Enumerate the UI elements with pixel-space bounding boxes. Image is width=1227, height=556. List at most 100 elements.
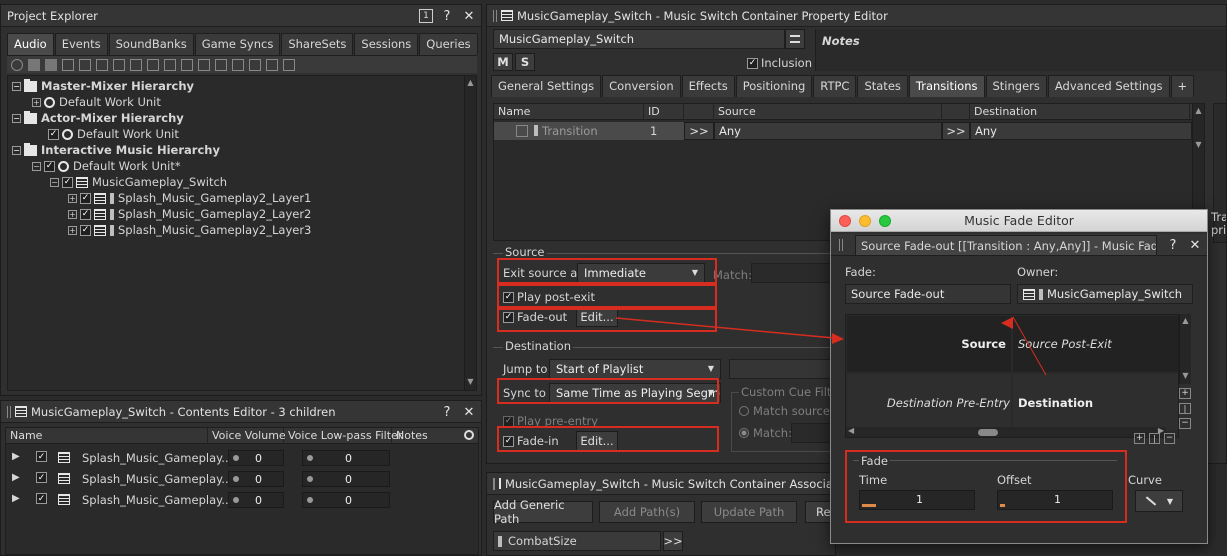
update-path-button[interactable]: Update Path <box>701 501 797 523</box>
tab-conversion[interactable]: Conversion <box>602 75 681 97</box>
destination-field[interactable]: Any <box>970 122 1192 140</box>
collapse-icon[interactable]: − <box>50 177 59 187</box>
browse-button[interactable] <box>785 29 805 49</box>
toolbar-tool-icon[interactable] <box>198 59 210 71</box>
expand-arrow-icon[interactable]: ▶ <box>12 451 20 462</box>
exit-source-dropdown[interactable]: Immediate <box>577 263 705 283</box>
source-field[interactable]: Any <box>714 122 942 140</box>
tab-advanced-settings[interactable]: Advanced Settings <box>1047 75 1170 97</box>
col-destination-arrow[interactable] <box>942 104 970 120</box>
col-voice-volume[interactable]: Voice Volume <box>208 428 286 444</box>
voice-volume-slider[interactable]: 0 <box>228 471 284 487</box>
expand-arrow-icon[interactable]: ▶ <box>12 493 20 504</box>
fade-editor-tab[interactable]: Source Fade-out [[Transition : Any,Any]]… <box>855 235 1157 256</box>
sync-to-dropdown[interactable]: Same Time as Playing Segment <box>549 383 721 403</box>
col-destination[interactable]: Destination <box>970 104 1190 120</box>
search-icon[interactable] <box>464 430 474 440</box>
toolbar-tool-icon[interactable] <box>79 59 91 71</box>
voice-volume-slider[interactable]: 0 <box>228 492 284 508</box>
close-icon[interactable]: ✕ <box>1187 237 1203 253</box>
expand-icon[interactable]: + <box>68 209 77 219</box>
inclusion-toggle[interactable]: ✓ Inclusion <box>747 56 812 70</box>
fade-out-edit-button[interactable]: Edit... <box>576 307 618 327</box>
fade-in-edit-button[interactable]: Edit... <box>576 431 618 451</box>
checkbox[interactable]: ✓ <box>80 208 91 220</box>
zoom-in-vertical-icon[interactable]: + <box>1179 388 1191 399</box>
curve-dropdown[interactable]: ▼ <box>1135 490 1183 512</box>
owner-field[interactable]: MusicGameplay_Switch <box>1017 284 1193 304</box>
scroll-up-icon[interactable]: ▲ <box>465 78 476 89</box>
col-source-arrow[interactable] <box>684 104 714 120</box>
tab-audio[interactable]: Audio <box>7 33 54 55</box>
checkbox[interactable]: ✓ <box>36 493 47 504</box>
graph-vscrollbar[interactable]: ▲ ▼ <box>1179 314 1191 384</box>
toolbar-tool-icon[interactable] <box>147 59 159 71</box>
close-icon[interactable]: ✕ <box>461 8 477 24</box>
collapse-icon[interactable]: − <box>12 145 21 155</box>
tab-positioning[interactable]: Positioning <box>735 75 813 97</box>
close-window-icon[interactable] <box>839 215 851 227</box>
tree-item[interactable]: ✓ Default Work Unit <box>48 126 179 142</box>
offset-slider[interactable]: 1 <box>997 490 1113 510</box>
add-generic-path-button[interactable]: Add Generic Path <box>493 498 593 526</box>
tab-general-settings[interactable]: General Settings <box>491 75 602 97</box>
scroll-left-icon[interactable]: ◀ <box>848 426 854 435</box>
tab-add[interactable]: + <box>1170 75 1195 97</box>
tree-item[interactable]: + ✓ Splash_Music_Gameplay2_Layer3 <box>68 222 311 238</box>
tab-sharesets[interactable]: ShareSets <box>281 33 354 55</box>
checkbox[interactable]: ✓ <box>36 451 47 462</box>
tree-item[interactable]: − ✓ MusicGameplay_Switch <box>50 174 227 190</box>
help-icon[interactable]: ? <box>439 404 455 420</box>
zoom-out-vertical-icon[interactable]: − <box>1179 418 1191 429</box>
toolbar-tool-icon[interactable] <box>249 59 261 71</box>
toolbar-tool-icon[interactable] <box>215 59 227 71</box>
col-name[interactable]: Name <box>6 428 208 444</box>
fade-out-checkbox[interactable]: ✓ <box>503 311 514 323</box>
fit-vertical-icon[interactable]: | <box>1179 403 1191 414</box>
tree-item[interactable]: + ✓ Splash_Music_Gameplay2_Layer2 <box>68 206 311 222</box>
voice-lpf-slider[interactable]: 0 <box>302 492 390 508</box>
mute-button[interactable]: M <box>493 53 513 71</box>
col-id[interactable]: ID <box>644 104 684 120</box>
tab-transitions[interactable]: Transitions <box>908 75 985 97</box>
expand-icon[interactable]: + <box>32 97 41 107</box>
collapse-icon[interactable]: − <box>32 161 41 171</box>
destination-browse-button[interactable]: >> <box>942 122 970 140</box>
jump-to-dropdown[interactable]: Start of Playlist <box>549 359 721 379</box>
combat-size-header[interactable]: CombatSize <box>493 531 661 551</box>
close-icon[interactable]: ✕ <box>461 404 477 420</box>
inclusion-checkbox[interactable]: ✓ <box>747 57 758 69</box>
play-pre-entry-checkbox[interactable]: ✓ <box>503 415 514 427</box>
toolbar-tool-icon[interactable] <box>232 59 244 71</box>
toolbar-tool-icon[interactable] <box>113 59 125 71</box>
tree-item[interactable]: − ✓ Default Work Unit* <box>32 158 181 174</box>
notes-area[interactable]: Notes <box>815 29 1226 71</box>
toolbar-tool-icon[interactable] <box>181 59 193 71</box>
add-paths-button[interactable]: Add Path(s) <box>599 501 695 523</box>
toolbar-tool-icon[interactable] <box>266 59 278 71</box>
scroll-up-icon[interactable]: ▲ <box>1180 316 1191 327</box>
object-name-field[interactable]: MusicGameplay_Switch <box>493 29 785 49</box>
tab-sessions[interactable]: Sessions <box>354 33 419 55</box>
minimize-window-icon[interactable] <box>859 215 871 227</box>
checkbox[interactable]: ✓ <box>44 160 55 172</box>
fade-out-toggle[interactable]: ✓ Fade-out <box>503 310 567 324</box>
expand-arrow-icon[interactable]: ▶ <box>12 472 20 483</box>
time-slider[interactable]: 1 <box>859 490 975 510</box>
zoom-in-horizontal-icon[interactable]: + <box>1134 433 1145 444</box>
voice-volume-slider[interactable]: 0 <box>228 450 284 466</box>
solo-button[interactable]: S <box>515 53 535 71</box>
play-post-exit-toggle[interactable]: ✓ Play post-exit <box>503 290 595 304</box>
checkbox[interactable]: ✓ <box>80 224 91 236</box>
scroll-thumb[interactable] <box>978 429 998 436</box>
voice-lpf-slider[interactable]: 0 <box>302 450 390 466</box>
fade-graph[interactable]: Source Source Post-Exit Destination Pre-… <box>845 314 1179 438</box>
graph-hscrollbar[interactable]: ◀ ▶ <box>846 426 1166 437</box>
fade-in-toggle[interactable]: ✓ Fade-in <box>503 434 559 448</box>
toolbar-tool-icon[interactable] <box>130 59 142 71</box>
table-row[interactable]: ▶ ✓ Splash_Music_Gameplay... 0 0 <box>6 469 478 489</box>
expand-icon[interactable]: + <box>68 193 77 203</box>
combat-size-arrow-button[interactable]: >> <box>663 531 683 551</box>
tree-item[interactable]: + Default Work Unit <box>32 94 161 110</box>
voice-lpf-slider[interactable]: 0 <box>302 471 390 487</box>
